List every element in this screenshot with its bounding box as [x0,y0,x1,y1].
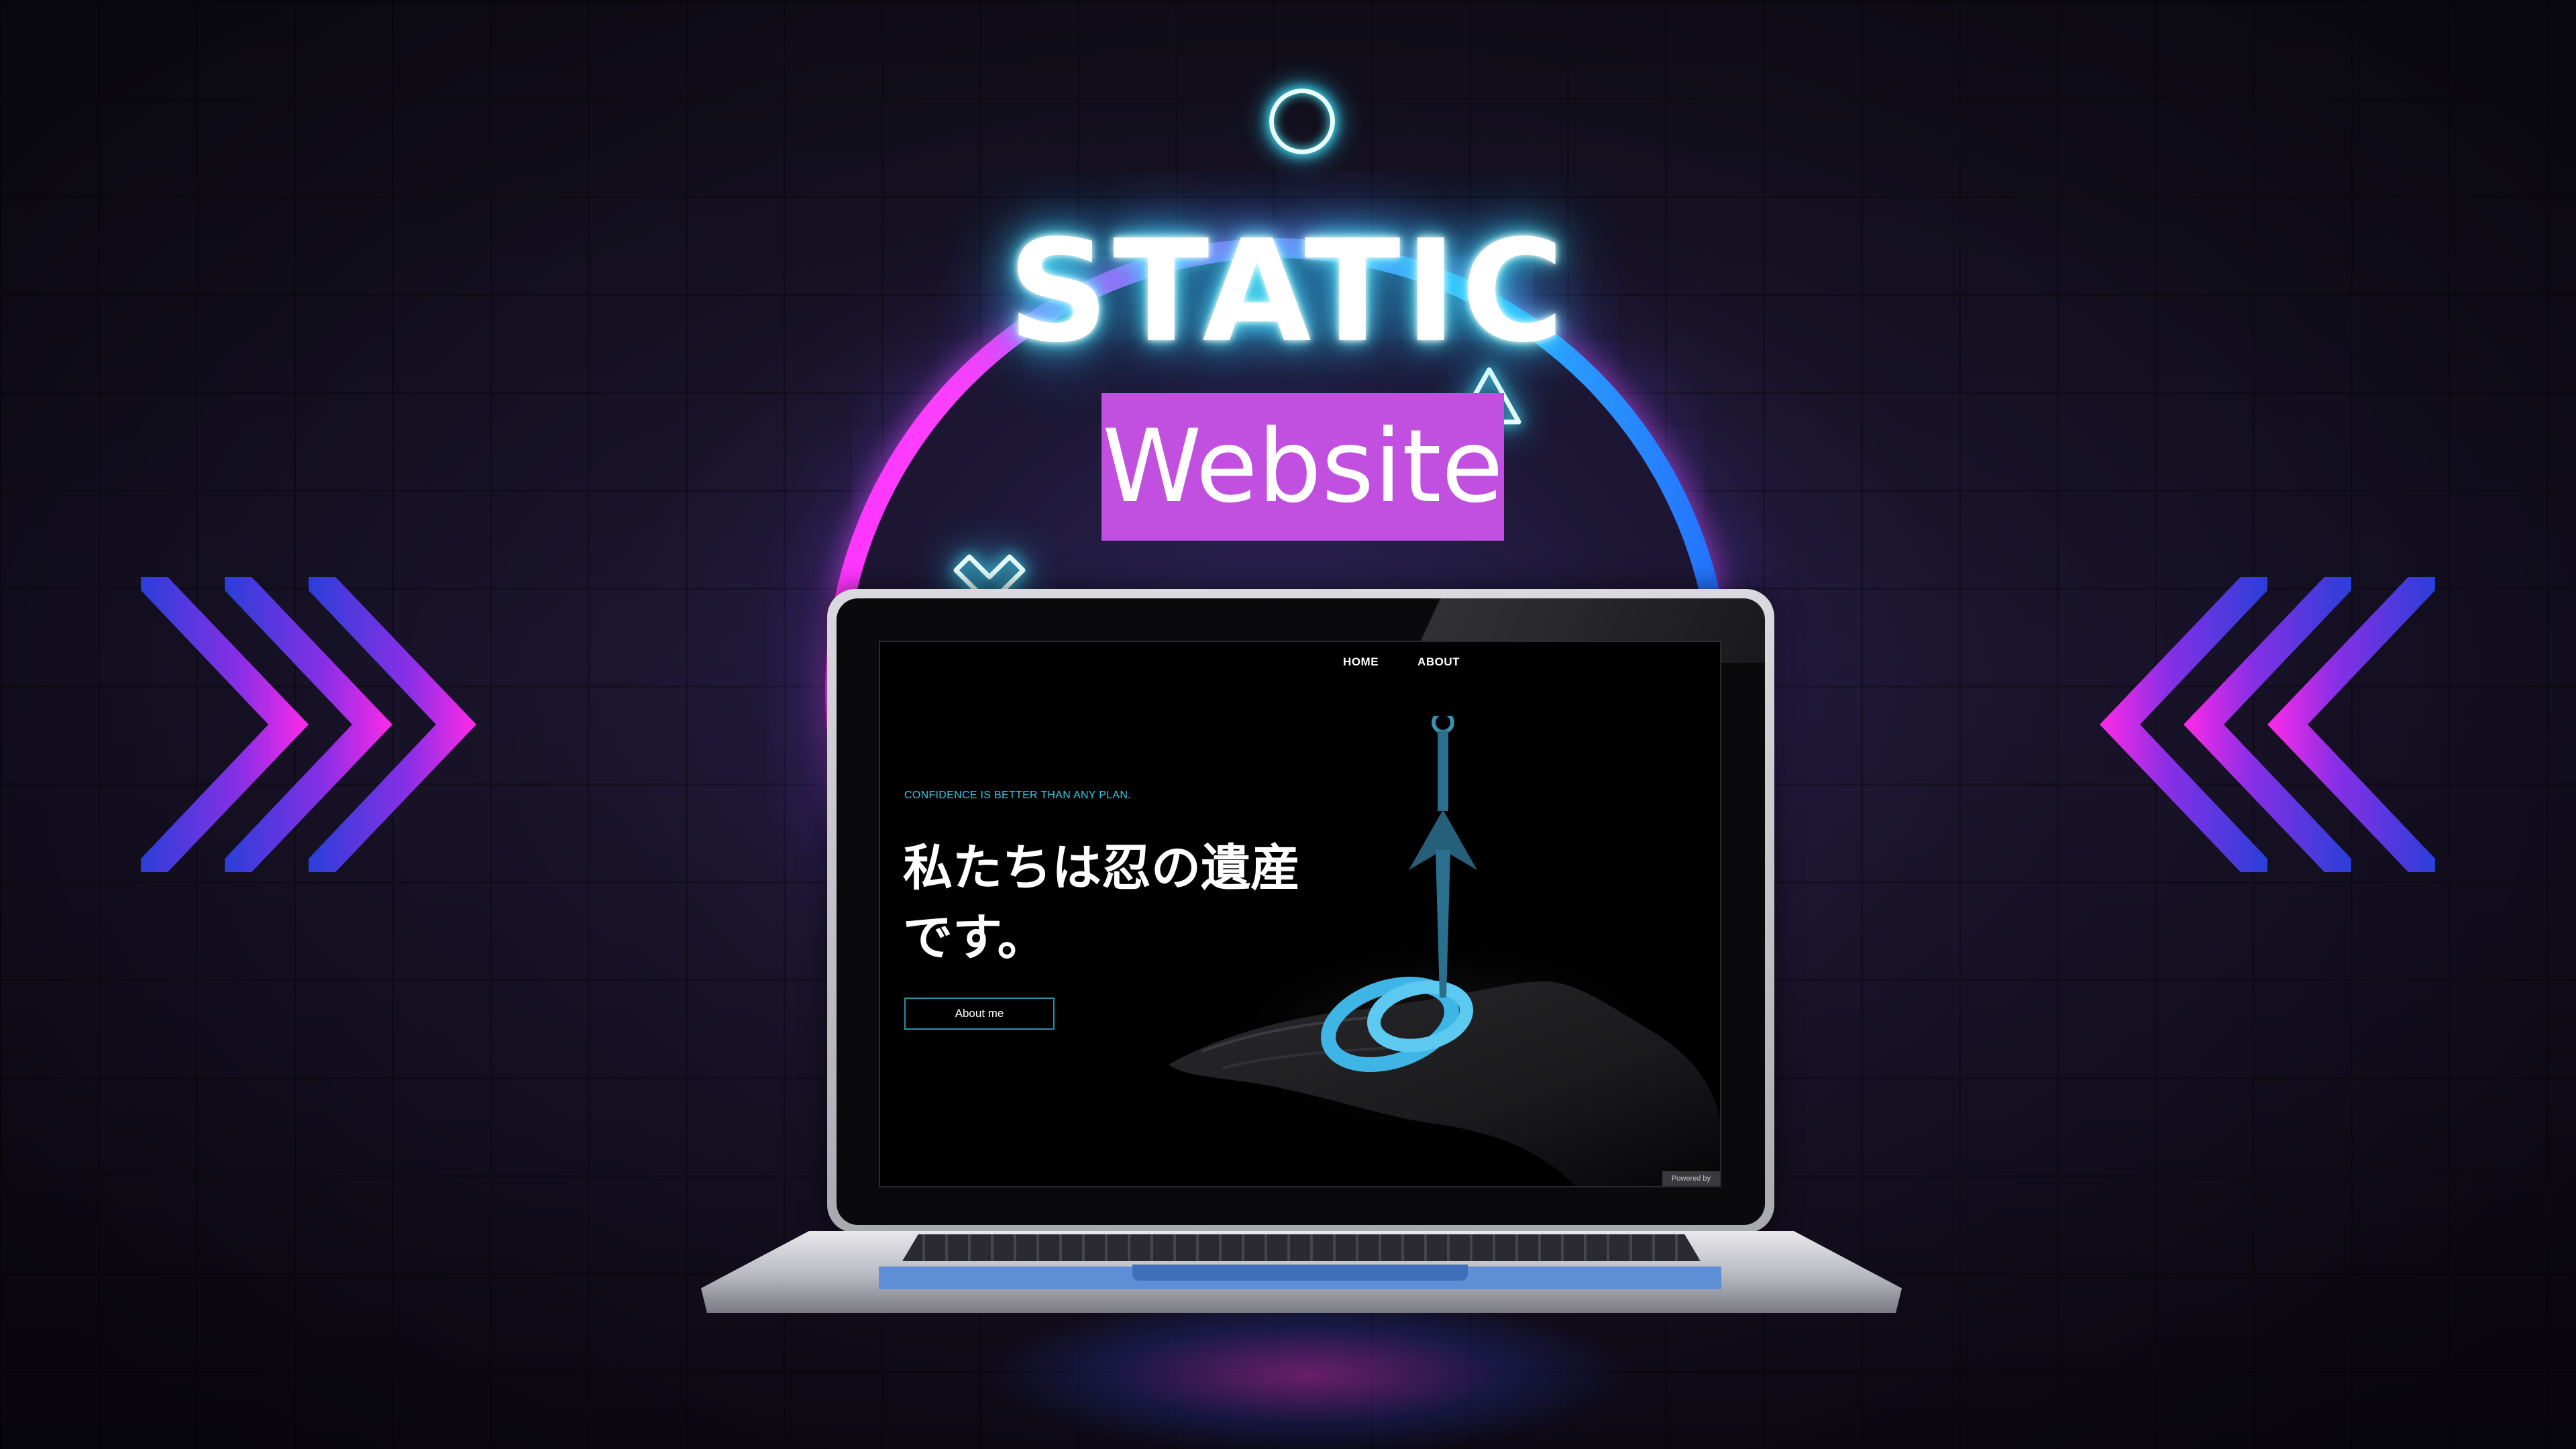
site-tagline: CONFIDENCE IS BETTER THAN ANY PLAN. [904,790,1131,801]
poster-canvas: STATIC Website HOME ABOUT CONFIDENCE IS … [0,0,2576,1449]
nav-about-link[interactable]: ABOUT [1417,655,1460,669]
laptop-keyboard [902,1234,1701,1261]
circle-icon [1269,89,1335,154]
laptop-screen: HOME ABOUT CONFIDENCE IS BETTER THAN ANY… [879,641,1721,1187]
chevron-right-icon [141,577,476,872]
title-website: Website [1102,409,1503,525]
nav-home-link[interactable]: HOME [1343,655,1379,669]
title-static: STATIC [1008,209,1568,374]
title-website-box: Website [1102,393,1504,541]
laptop-trackpad-notch [1132,1265,1468,1281]
powered-by-badge[interactable]: Powered by [1662,1171,1720,1186]
site-nav: HOME ABOUT [1343,655,1460,669]
site-heading: 私たちは忍の遺産です。 [903,839,1300,967]
about-me-button[interactable]: About me [904,998,1055,1030]
chevron-left-icon [2100,577,2435,872]
